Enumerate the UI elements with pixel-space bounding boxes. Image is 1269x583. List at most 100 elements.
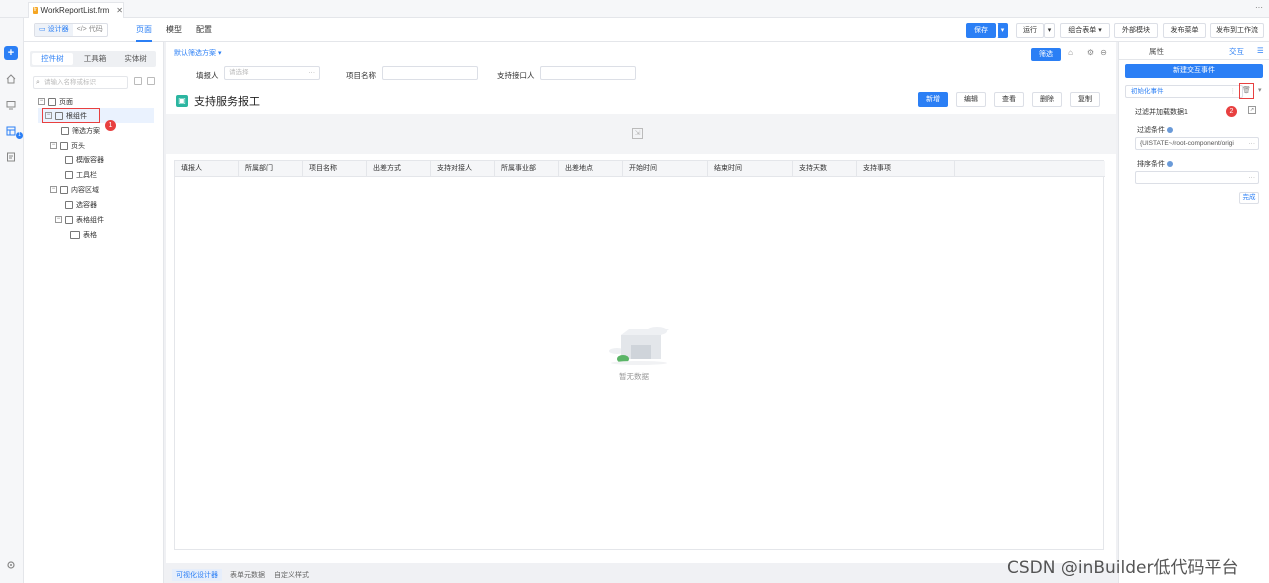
tab-control-tree[interactable]: 控件树 bbox=[32, 53, 73, 65]
column-header[interactable]: 项目名称 bbox=[303, 161, 367, 177]
more-icon[interactable]: ··· bbox=[1255, 3, 1263, 12]
column-header[interactable]: 出差方式 bbox=[367, 161, 431, 177]
settings-icon[interactable] bbox=[4, 558, 18, 572]
tree-node-header[interactable]: − 页头 bbox=[50, 139, 85, 152]
combo-form-button[interactable]: 组合表单 ▾ bbox=[1060, 23, 1110, 38]
filter-scheme-icon bbox=[61, 126, 69, 135]
tree-tabs: 控件树 工具箱 实体树 bbox=[30, 51, 156, 67]
tree-node-page[interactable]: − 页面 bbox=[38, 95, 73, 108]
tree-node-template-container[interactable]: 模版容器 bbox=[65, 153, 104, 166]
tab-model[interactable]: 模型 bbox=[166, 18, 182, 42]
trash-icon[interactable]: 🗑 bbox=[1240, 84, 1253, 98]
code-mode-button[interactable]: </> 代码 bbox=[73, 24, 107, 36]
home-icon[interactable]: ⌂ bbox=[1066, 48, 1075, 57]
filter-input-placeholder: 请选择 bbox=[229, 69, 249, 76]
control-tree-panel: 控件树 工具箱 实体树 ⌕ 请输入名称或标识 − 页面 − 根组件 筛选方案 −… bbox=[24, 42, 164, 583]
collapse-toggle-icon[interactable]: − bbox=[50, 186, 57, 193]
tab-entity-tree[interactable]: 实体树 bbox=[115, 51, 156, 67]
tab-interaction[interactable]: 交互 bbox=[1229, 46, 1244, 57]
column-header[interactable]: 所属部门 bbox=[239, 161, 303, 177]
close-icon[interactable]: ✕ bbox=[116, 6, 123, 15]
new-event-button[interactable]: 新建交互事件 bbox=[1125, 64, 1263, 78]
run-button[interactable]: 运行 bbox=[1016, 23, 1044, 38]
tree-search-placeholder: 请输入名称或标识 bbox=[44, 79, 96, 86]
sort-condition-input[interactable]: ··· bbox=[1135, 171, 1259, 184]
activity-rail: + 1 bbox=[0, 18, 24, 583]
column-header[interactable]: 所属事业部 bbox=[495, 161, 559, 177]
collapse-icon[interactable]: ⊖ bbox=[1099, 48, 1108, 57]
column-header[interactable]: 出差地点 bbox=[559, 161, 623, 177]
add-icon[interactable]: + bbox=[4, 46, 18, 60]
filter-button[interactable]: 筛选 bbox=[1031, 48, 1061, 61]
event-select-value: 初始化事件 bbox=[1131, 88, 1164, 95]
tab-page[interactable]: 页面 bbox=[136, 18, 152, 42]
done-button[interactable]: 完成 bbox=[1239, 192, 1259, 204]
home-icon[interactable] bbox=[4, 72, 18, 86]
filter-condition-input[interactable]: {UISTATE~/root-component/origi ··· bbox=[1135, 137, 1259, 150]
panel-menu-icon[interactable]: ☰ bbox=[1257, 46, 1264, 55]
collapse-toggle-icon[interactable]: − bbox=[38, 98, 45, 105]
resize-icon: ⇲ bbox=[632, 128, 643, 139]
external-module-button[interactable]: 外部模块 bbox=[1114, 23, 1158, 38]
empty-box-icon bbox=[609, 327, 669, 365]
chevron-down-icon[interactable]: ▾ bbox=[1258, 86, 1262, 94]
tree-node-container[interactable]: 选容器 bbox=[65, 198, 97, 211]
column-header[interactable]: 填报人 bbox=[175, 161, 239, 177]
filter-input-contact[interactable] bbox=[540, 66, 636, 80]
publish-menu-button[interactable]: 发布菜单 bbox=[1163, 23, 1206, 38]
tab-form-metadata[interactable]: 表单元数据 bbox=[230, 570, 265, 580]
column-header[interactable]: 支持事项 bbox=[857, 161, 955, 177]
monitor-icon[interactable] bbox=[4, 98, 18, 112]
collapse-all-icon[interactable] bbox=[134, 77, 142, 85]
save-button[interactable]: 保存 bbox=[966, 23, 996, 38]
tree-node-toolbar[interactable]: 工具栏 bbox=[65, 168, 97, 181]
tab-properties[interactable]: 属性 bbox=[1149, 46, 1164, 57]
data-grid: 填报人 所属部门 项目名称 出差方式 支持对接人 所属事业部 出差地点 开始时间… bbox=[174, 160, 1105, 550]
expand-all-icon[interactable] bbox=[147, 77, 155, 85]
tab-toolbox[interactable]: 工具箱 bbox=[75, 51, 116, 67]
delete-button[interactable]: 删除 bbox=[1032, 92, 1062, 107]
grid-component-icon bbox=[65, 215, 73, 224]
tree-node-grid-component[interactable]: − 表格组件 bbox=[55, 213, 104, 226]
column-header[interactable]: 结束时间 bbox=[708, 161, 793, 177]
form-designer-icon[interactable]: 1 bbox=[4, 124, 23, 139]
tree-node-content-area[interactable]: − 内容区域 bbox=[50, 183, 99, 196]
run-dropdown-button[interactable]: ▾ bbox=[1044, 23, 1055, 38]
column-header[interactable]: 支持天数 bbox=[793, 161, 857, 177]
tab-visual-designer[interactable]: 可视化设计器 bbox=[172, 569, 222, 581]
filter-input-reporter[interactable]: 请选择 ··· bbox=[224, 66, 320, 80]
file-tab[interactable]: fr WorkReportList.frm ✕ bbox=[28, 2, 124, 18]
save-dropdown-button[interactable]: ▾ bbox=[997, 23, 1008, 38]
designer-mode-button[interactable]: ▭ 设计器 bbox=[35, 24, 73, 36]
tab-config[interactable]: 配置 bbox=[196, 18, 212, 42]
add-button[interactable]: 新增 bbox=[918, 92, 948, 107]
tree-node-label: 工具栏 bbox=[76, 171, 97, 179]
edit-button[interactable]: 编辑 bbox=[956, 92, 986, 107]
tree-node-filter-scheme[interactable]: 筛选方案 bbox=[61, 124, 100, 137]
view-button[interactable]: 查看 bbox=[994, 92, 1024, 107]
tab-custom-style[interactable]: 自定义样式 bbox=[274, 570, 309, 580]
more-icon[interactable]: ··· bbox=[309, 67, 316, 79]
event-select[interactable]: 初始化事件 ⋮ bbox=[1125, 85, 1243, 98]
watermark: CSDN @inBuilder低代码平台 bbox=[1007, 558, 1239, 578]
filter-scheme-dropdown[interactable]: 默认筛选方案 ▾ bbox=[174, 48, 221, 58]
tree-node-label: 模版容器 bbox=[76, 156, 104, 164]
more-icon[interactable]: ··· bbox=[1248, 138, 1255, 149]
collapse-toggle-icon[interactable]: − bbox=[55, 216, 62, 223]
search-icon: ⌕ bbox=[36, 79, 40, 86]
page-icon bbox=[48, 97, 56, 106]
collapse-toggle-icon[interactable]: − bbox=[50, 142, 57, 149]
more-icon[interactable]: ··· bbox=[1248, 172, 1255, 183]
filter-input-project[interactable] bbox=[382, 66, 478, 80]
gear-icon[interactable]: ⚙ bbox=[1086, 48, 1095, 57]
tree-node-table[interactable]: 表格 bbox=[70, 228, 97, 241]
tree-search-input[interactable]: ⌕ 请输入名称或标识 bbox=[33, 76, 128, 89]
copy-button[interactable]: 复制 bbox=[1070, 92, 1100, 107]
delete-event-box[interactable]: 🗑 bbox=[1239, 83, 1254, 99]
publish-workflow-button[interactable]: 发布到工作流 bbox=[1210, 23, 1264, 38]
report-icon[interactable] bbox=[4, 150, 18, 164]
edit-icon[interactable]: ↗ bbox=[1248, 106, 1256, 114]
column-header[interactable]: 支持对接人 bbox=[431, 161, 495, 177]
column-header[interactable]: 开始时间 bbox=[623, 161, 708, 177]
tree-node-label: 表格组件 bbox=[76, 216, 104, 224]
